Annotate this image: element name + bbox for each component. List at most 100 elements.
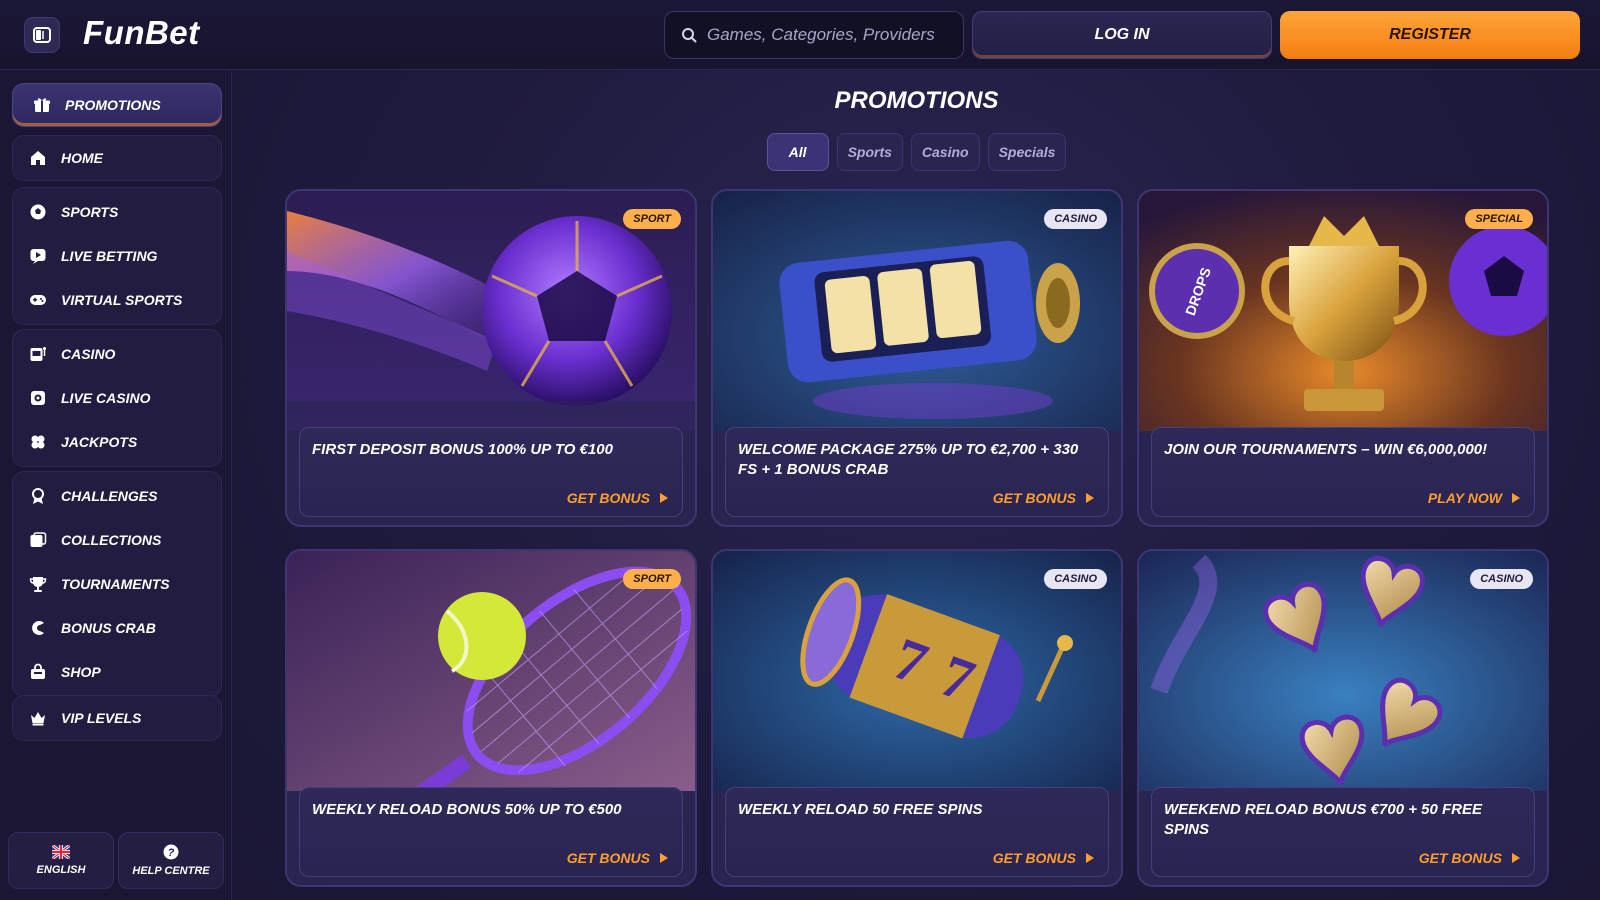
sidebar-item-label: LIVE BETTING: [61, 248, 158, 264]
gamepad-icon: [29, 291, 47, 309]
help-icon: ?: [163, 844, 179, 860]
tab-all[interactable]: All: [766, 133, 829, 171]
promo-title: WEEKLY RELOAD BONUS 50% UP TO €500: [312, 801, 622, 818]
get-bonus-button[interactable]: GET BONUS: [993, 850, 1094, 866]
sidebar-item-label: CASINO: [61, 346, 116, 362]
play-now-button[interactable]: PLAY NOW: [1428, 490, 1520, 506]
sidebar-item-label: LIVE CASINO: [61, 390, 151, 406]
language-selector[interactable]: ENGLISH: [8, 832, 114, 889]
tab-casino[interactable]: Casino: [910, 133, 980, 171]
sidebar-item-shop[interactable]: SHOP: [13, 650, 221, 694]
page-title: PROMOTIONS: [834, 87, 999, 114]
uk-flag-icon: [52, 845, 70, 859]
top-bar: FunBet LOG IN REGISTER: [0, 0, 1600, 70]
category-badge: SPORT: [623, 209, 681, 229]
medal-icon: [29, 487, 47, 505]
sidebar-item-jackpots[interactable]: JACKPOTS: [13, 420, 221, 464]
get-bonus-button[interactable]: GET BONUS: [567, 850, 668, 866]
slot-machine-icon: [29, 345, 47, 363]
category-badge: CASINO: [1044, 209, 1107, 229]
sidebar-toggle-button[interactable]: [24, 17, 60, 53]
cta-label: GET BONUS: [1418, 850, 1502, 866]
sidebar-item-collections[interactable]: COLLECTIONS: [13, 518, 221, 562]
promo-card-body: WEEKLY RELOAD BONUS 50% UP TO €500 GET B…: [299, 787, 683, 877]
nav-group-vip: VIP LEVELS: [12, 695, 222, 741]
sidebar-item-label: TOURNAMENTS: [61, 576, 170, 592]
clover-icon: [29, 433, 47, 451]
sidebar-item-label: VIP LEVELS: [61, 710, 142, 726]
category-badge: SPECIAL: [1465, 209, 1533, 229]
home-icon: [29, 149, 47, 167]
promo-card-body: FIRST DEPOSIT BONUS 100% UP TO €100 GET …: [299, 427, 683, 517]
sidebar-item-home[interactable]: HOME: [13, 136, 221, 180]
sidebar-item-label: SPORTS: [61, 204, 119, 220]
login-button[interactable]: LOG IN: [972, 11, 1272, 59]
collections-icon: [29, 531, 47, 549]
sidebar-item-label: PROMOTIONS: [65, 97, 161, 113]
caret-right-icon: [1086, 493, 1094, 503]
sidebar-item-live-casino[interactable]: LIVE CASINO: [13, 376, 221, 420]
nav-group-casino: CASINO LIVE CASINO JACKPOTS: [12, 329, 222, 467]
sidebar-item-label: CHALLENGES: [61, 488, 158, 504]
cta-label: GET BONUS: [992, 850, 1076, 866]
get-bonus-button[interactable]: GET BONUS: [1419, 850, 1520, 866]
crown-icon: [29, 709, 47, 727]
sidebar-item-label: COLLECTIONS: [61, 532, 162, 548]
soccer-ball-icon: [29, 203, 47, 221]
main-content: PROMOTIONS All Sports Casino Specials SP…: [233, 71, 1600, 900]
gift-icon: [34, 98, 50, 112]
help-centre-button[interactable]: ? HELP CENTRE: [118, 832, 224, 889]
promo-card[interactable]: CASINO WELCOME PACKAGE 275% UP TO €2,700…: [711, 189, 1123, 527]
sidebar-item-sports[interactable]: SPORTS: [13, 190, 221, 234]
promo-title: WEEKLY RELOAD 50 FREE SPINS: [738, 801, 983, 818]
promo-card[interactable]: CASINO WEEKEND RELOAD BONUS €700 + 50 FR…: [1137, 549, 1549, 887]
promo-card[interactable]: SPORT FIRST DEPOSIT BONUS 100% UP TO €10…: [285, 189, 697, 527]
cta-label: GET BONUS: [566, 490, 650, 506]
category-badge: SPORT: [623, 569, 681, 589]
promo-title: WELCOME PACKAGE 275% UP TO €2,700 + 330 …: [738, 441, 1079, 478]
sidebar-item-vip-levels[interactable]: VIP LEVELS: [13, 696, 221, 740]
sidebar-item-promotions[interactable]: PROMOTIONS: [12, 83, 222, 127]
caret-right-icon: [660, 493, 668, 503]
sidebar-item-live-betting[interactable]: LIVE BETTING: [13, 234, 221, 278]
promo-title: JOIN OUR TOURNAMENTS – WIN €6,000,000!: [1164, 441, 1488, 458]
register-button[interactable]: REGISTER: [1280, 11, 1580, 59]
sidebar-item-label: JACKPOTS: [61, 434, 138, 450]
sidebar-item-virtual-sports[interactable]: VIRTUAL SPORTS: [13, 278, 221, 322]
get-bonus-button[interactable]: GET BONUS: [993, 490, 1094, 506]
sidebar-toggle-icon: [33, 27, 51, 43]
tab-sports[interactable]: Sports: [836, 133, 903, 171]
live-betting-icon: [29, 247, 47, 265]
promo-card[interactable]: SPORT WEEKLY RELOAD BONUS 50% UP TO €500…: [285, 549, 697, 887]
promo-card-body: WEEKEND RELOAD BONUS €700 + 50 FREE SPIN…: [1151, 787, 1535, 877]
svg-text:?: ?: [168, 847, 175, 859]
sidebar-item-label: SHOP: [61, 664, 101, 680]
shop-icon: [29, 663, 47, 681]
caret-right-icon: [1512, 493, 1520, 503]
language-label: ENGLISH: [36, 864, 86, 876]
category-badge: CASINO: [1470, 569, 1533, 589]
search-icon: [682, 28, 697, 43]
caret-right-icon: [1512, 853, 1520, 863]
sidebar-item-bonus-crab[interactable]: BONUS CRAB: [13, 606, 221, 650]
tab-specials[interactable]: Specials: [987, 133, 1067, 171]
nav-group-sports: SPORTS LIVE BETTING VIRTUAL SPORTS: [12, 187, 222, 325]
funbet-logo[interactable]: FunBet: [83, 14, 200, 52]
sidebar-item-casino[interactable]: CASINO: [13, 332, 221, 376]
live-casino-icon: [29, 389, 47, 407]
cta-label: GET BONUS: [566, 850, 650, 866]
caret-right-icon: [1086, 853, 1094, 863]
sidebar-item-label: VIRTUAL SPORTS: [61, 292, 183, 308]
sidebar-item-tournaments[interactable]: TOURNAMENTS: [13, 562, 221, 606]
cta-label: PLAY NOW: [1427, 490, 1502, 506]
sidebar-item-challenges[interactable]: CHALLENGES: [13, 474, 221, 518]
nav-group-home: HOME: [12, 135, 222, 181]
nav-group-challenges: CHALLENGES COLLECTIONS TOURNAMENTS BONUS…: [12, 471, 222, 697]
get-bonus-button[interactable]: GET BONUS: [567, 490, 668, 506]
promo-card[interactable]: 7 7 CASINO WEEKLY RELOAD 50 FREE SPINS G…: [711, 549, 1123, 887]
search-box[interactable]: [664, 11, 964, 59]
category-badge: CASINO: [1044, 569, 1107, 589]
promo-card-body: WELCOME PACKAGE 275% UP TO €2,700 + 330 …: [725, 427, 1109, 517]
promo-card[interactable]: DROPS SPECIAL JOIN OUR TOURNAMENTS – WIN…: [1137, 189, 1549, 527]
search-input[interactable]: [707, 25, 957, 45]
